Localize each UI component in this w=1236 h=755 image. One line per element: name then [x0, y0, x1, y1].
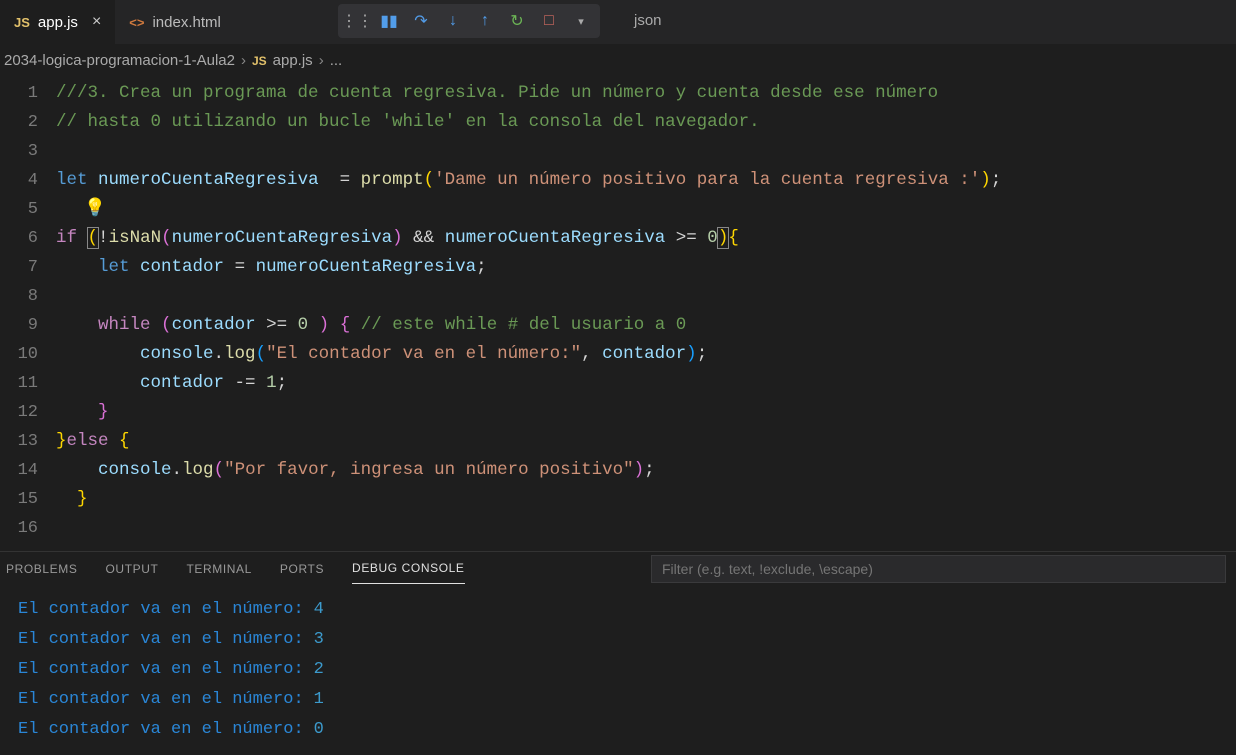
code-token: 'Dame un número positivo para la cuenta …	[434, 170, 980, 190]
debug-console-filter-input[interactable]	[651, 555, 1226, 583]
code-token: >=	[266, 315, 287, 335]
code-comment: // hasta 0 utilizando un bucle 'while' e…	[56, 112, 770, 132]
console-msg: El contador va en el número:	[18, 685, 304, 715]
console-value: 2	[314, 655, 324, 685]
console-msg: El contador va en el número:	[18, 655, 304, 685]
console-line: El contador va en el número: 3	[18, 625, 1218, 655]
code-token: let	[98, 257, 130, 277]
console-line: El contador va en el número: 4	[18, 595, 1218, 625]
code-token: isNaN	[109, 228, 162, 248]
step-over-icon[interactable]: ↷	[412, 12, 430, 30]
code-token: numeroCuentaRegresiva	[445, 228, 666, 248]
breadcrumb[interactable]: 2034-logica-programacion-1-Aula2 › JS ap…	[0, 44, 1236, 77]
line-number: 7	[0, 253, 56, 282]
console-value: 1	[314, 685, 324, 715]
html-icon: <>	[129, 15, 144, 30]
line-number: 5	[0, 195, 56, 224]
line-number: 13	[0, 427, 56, 456]
pause-icon[interactable]: ▮▮	[380, 12, 398, 30]
code-token: 0	[298, 315, 309, 335]
line-number: 11	[0, 369, 56, 398]
tab-debug-console[interactable]: DEBUG CONSOLE	[352, 553, 465, 584]
code-token: else	[67, 431, 109, 451]
code-token: "El contador va en el número:"	[266, 344, 581, 364]
line-number: 6	[0, 224, 56, 253]
code-token: "Por favor, ingresa un número positivo"	[224, 460, 634, 480]
code-token: contador	[140, 257, 224, 277]
line-number: 2	[0, 108, 56, 137]
console-msg: El contador va en el número:	[18, 625, 304, 655]
code-token: contador	[602, 344, 686, 364]
line-number: 12	[0, 398, 56, 427]
code-token: 1	[266, 373, 277, 393]
line-number: 8	[0, 282, 56, 311]
restart-icon[interactable]: ↻	[508, 12, 526, 30]
crumb-trail[interactable]: ...	[330, 52, 343, 69]
js-icon: JS	[252, 54, 267, 68]
chevron-down-icon[interactable]: ▾	[572, 12, 590, 30]
code-token: numeroCuentaRegresiva	[256, 257, 477, 277]
chevron-right-icon: ›	[319, 52, 324, 69]
code-token: if	[56, 228, 77, 248]
tab-app-js[interactable]: JS app.js ×	[0, 0, 115, 44]
chevron-right-icon: ›	[241, 52, 246, 69]
grip-icon[interactable]: ⋮⋮	[348, 12, 366, 30]
code-token: contador	[140, 373, 224, 393]
code-token: numeroCuentaRegresiva	[172, 228, 393, 248]
code-token: prompt	[361, 170, 424, 190]
tab-index-html[interactable]: <> index.html	[115, 0, 235, 44]
crumb-file[interactable]: app.js	[273, 52, 313, 69]
console-line: El contador va en el número: 2	[18, 655, 1218, 685]
console-msg: El contador va en el número:	[18, 715, 304, 745]
line-number: 16	[0, 514, 56, 543]
line-number: 4	[0, 166, 56, 195]
code-comment: // este while # del usuario a 0	[361, 315, 687, 335]
tab-problems[interactable]: PROBLEMS	[6, 554, 78, 584]
code-editor[interactable]: 1///3. Crea un programa de cuenta regres…	[0, 77, 1236, 543]
stop-icon[interactable]: □	[540, 12, 558, 30]
tab-bar: JS app.js × <> index.html	[0, 0, 1236, 44]
debug-toolbar: ⋮⋮ ▮▮ ↷ ↓ ↑ ↻ □ ▾	[338, 4, 600, 38]
console-value: 0	[314, 715, 324, 745]
code-token: &&	[413, 228, 434, 248]
console-line: El contador va en el número: 1	[18, 685, 1218, 715]
tab-ports[interactable]: PORTS	[280, 554, 324, 584]
js-icon: JS	[14, 15, 30, 30]
step-into-icon[interactable]: ↓	[444, 12, 462, 30]
code-token: console	[140, 344, 214, 364]
tab-label: index.html	[152, 14, 220, 31]
code-token: log	[182, 460, 214, 480]
line-number: 3	[0, 137, 56, 166]
line-number: 14	[0, 456, 56, 485]
code-comment: ///3. Crea un programa de cuenta regresi…	[56, 83, 949, 103]
panel-tabs: PROBLEMS OUTPUT TERMINAL PORTS DEBUG CON…	[0, 551, 1236, 585]
console-line: El contador va en el número: 0	[18, 715, 1218, 745]
line-number: 15	[0, 485, 56, 514]
code-token: console	[98, 460, 172, 480]
tab-output[interactable]: OUTPUT	[106, 554, 159, 584]
code-token: let	[56, 170, 88, 190]
code-token: >=	[676, 228, 697, 248]
code-token: contador	[172, 315, 256, 335]
console-value: 3	[314, 625, 324, 655]
line-number: 10	[0, 340, 56, 369]
line-number: 1	[0, 79, 56, 108]
crumb-folder[interactable]: 2034-logica-programacion-1-Aula2	[4, 52, 235, 69]
line-number: 9	[0, 311, 56, 340]
tab-label: app.js	[38, 14, 78, 31]
step-out-icon[interactable]: ↑	[476, 12, 494, 30]
code-token: numeroCuentaRegresiva	[98, 170, 319, 190]
code-token: while	[98, 315, 151, 335]
close-icon[interactable]: ×	[92, 13, 101, 31]
debug-console-output: El contador va en el número: 4 El contado…	[0, 585, 1236, 755]
code-token: -=	[235, 373, 267, 393]
code-token: log	[224, 344, 256, 364]
console-value: 4	[314, 595, 324, 625]
tab-json-partial: json	[634, 12, 662, 29]
lightbulb-icon[interactable]: 💡	[84, 195, 106, 224]
tab-terminal[interactable]: TERMINAL	[186, 554, 251, 584]
console-msg: El contador va en el número:	[18, 595, 304, 625]
